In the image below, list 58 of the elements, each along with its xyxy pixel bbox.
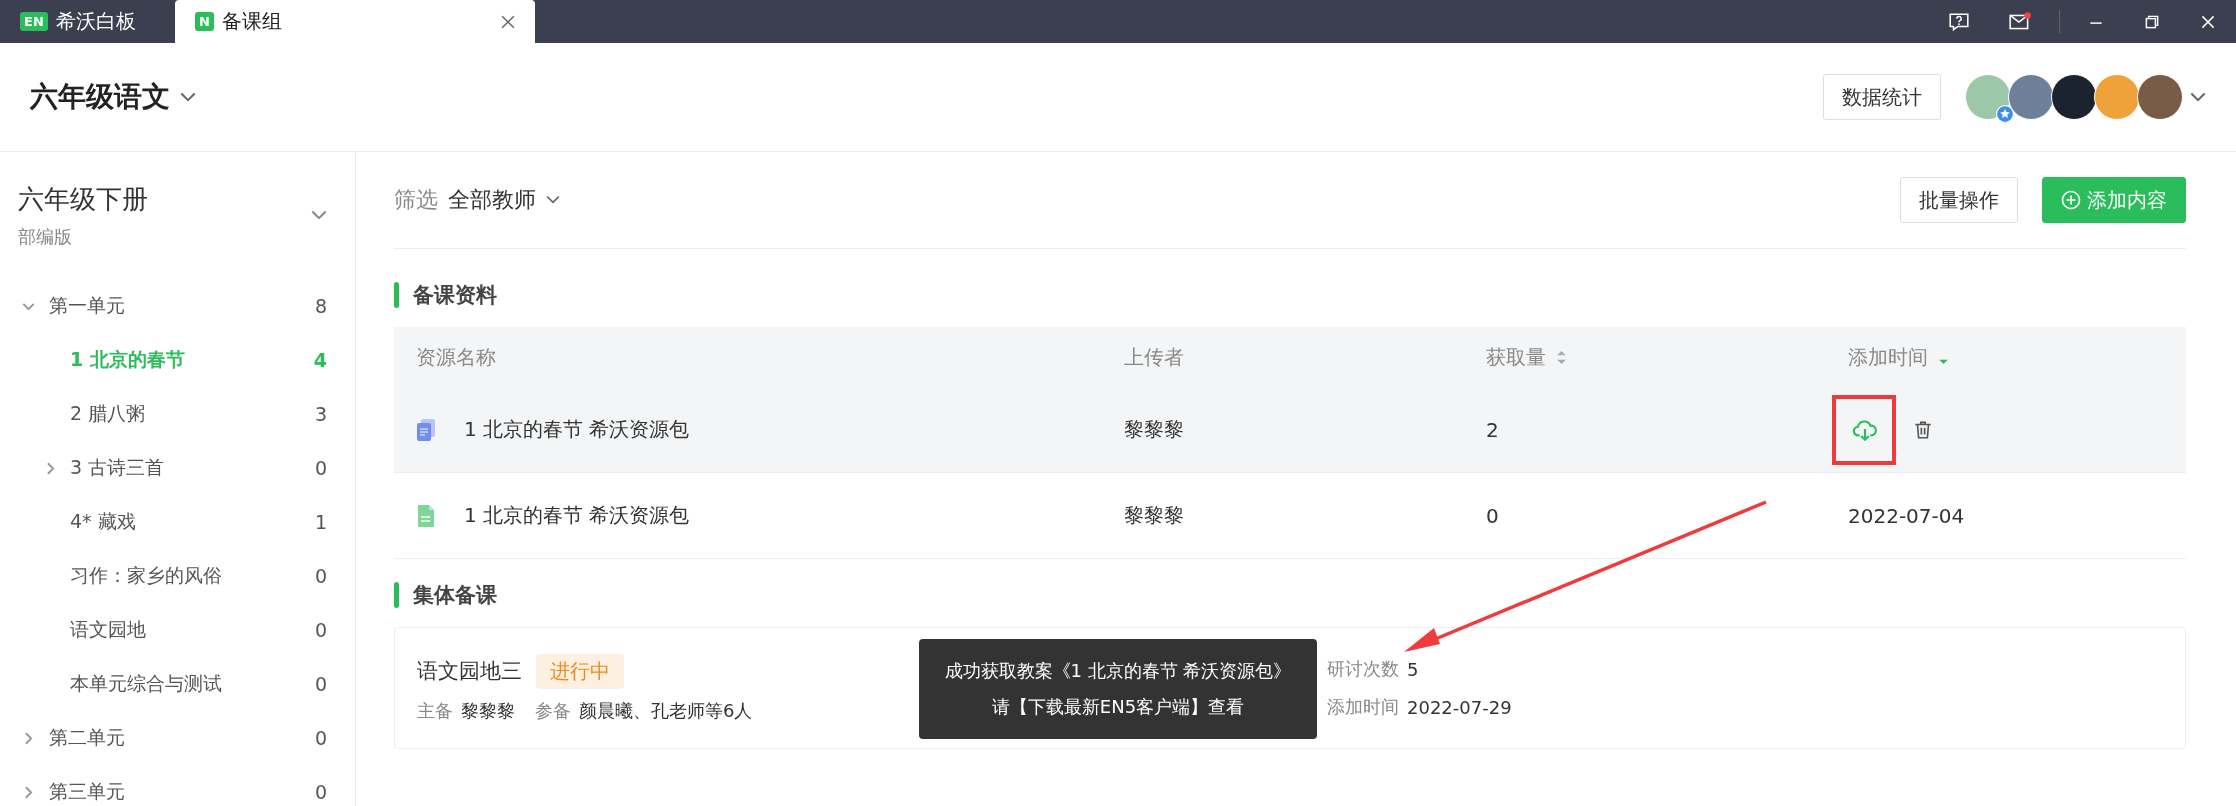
toast-message: 成功获取教案《1 北京的春节 希沃资源包》 请【下载最新EN5客户端】查看 (919, 639, 1317, 739)
lesson-item[interactable]: 语文园地 0 (0, 603, 355, 657)
lesson-item[interactable]: 本单元综合与测试 0 (0, 657, 355, 711)
avatar[interactable] (2051, 74, 2097, 120)
edition-label: 部编版 (18, 225, 73, 249)
unit-item[interactable]: 第二单元 0 (0, 711, 355, 765)
date-label: 添加时间 (1327, 695, 1399, 719)
uploader-name: 黎黎黎 (1124, 416, 1184, 443)
section-marker (394, 582, 399, 608)
app-logo: N (195, 12, 214, 31)
column-header: 资源名称 (416, 343, 496, 371)
column-header: 获取量 (1486, 343, 1546, 371)
download-count: 0 (1486, 503, 1499, 528)
section-marker (394, 282, 399, 308)
resource-row[interactable]: 1 北京的春节 希沃资源包 黎黎黎 0 2022-07-04 (394, 473, 2186, 559)
column-header: 添加时间 (1848, 343, 1928, 371)
resource-name: 1 北京的春节 希沃资源包 (464, 502, 690, 529)
lesson-item[interactable]: 习作：家乡的风俗 0 (0, 549, 355, 603)
member-list: 颜晨曦、孔老师等6人 (579, 698, 753, 723)
unit-item[interactable]: 第一单元 8 (0, 279, 355, 333)
lesson-item[interactable]: 2 腊八粥 3 (0, 387, 355, 441)
app-logo: EN (20, 12, 48, 31)
window-tab[interactable]: N 备课组 (175, 0, 535, 43)
section-title: 集体备课 (413, 582, 497, 609)
members-label: 参备 (535, 698, 571, 723)
trash-icon[interactable] (1912, 418, 1934, 441)
resource-row[interactable]: 1 北京的春节 希沃资源包 黎黎黎 2 (394, 387, 2186, 473)
sessions-count: 5 (1407, 658, 1419, 680)
plus-circle-icon (2061, 190, 2081, 210)
data-stats-button[interactable]: 数据统计 (1823, 74, 1941, 120)
lead-teacher: 黎黎黎 (461, 698, 515, 723)
column-header: 上传者 (1124, 343, 1184, 371)
lead-label: 主备 (417, 698, 453, 723)
highlight-box (1832, 394, 1896, 465)
filter-label: 筛选 (394, 186, 438, 214)
chevron-down-icon[interactable] (2190, 91, 2206, 103)
uploader-name: 黎黎黎 (1124, 502, 1184, 529)
close-icon[interactable] (501, 14, 515, 29)
sessions-label: 研讨次数 (1327, 657, 1399, 681)
unit-item[interactable]: 第三单元 0 (0, 765, 355, 806)
added-date: 2022-07-04 (1848, 503, 1965, 528)
resource-name: 1 北京的春节 希沃资源包 (464, 416, 690, 443)
book-title: 六年级下册 (18, 183, 148, 216)
chevron-down-icon[interactable] (311, 210, 327, 221)
batch-operation-button[interactable]: 批量操作 (1900, 177, 2018, 223)
added-date: 2022-07-29 (1407, 696, 1512, 718)
plan-name: 语文园地三 (417, 658, 522, 685)
section-title: 备课资料 (413, 282, 497, 309)
course-title[interactable]: 六年级语文 (30, 78, 170, 116)
chevron-down-icon[interactable] (180, 91, 196, 103)
status-tag: 进行中 (536, 653, 624, 689)
download-count: 2 (1486, 417, 1499, 442)
chevron-down-icon[interactable] (546, 195, 560, 205)
avatar[interactable] (2137, 74, 2183, 120)
lesson-item[interactable]: 4* 藏戏 1 (0, 495, 355, 549)
teacher-filter-dropdown[interactable]: 全部教师 (448, 185, 536, 215)
window-tab[interactable]: EN 希沃白板 (0, 0, 175, 43)
lesson-item[interactable]: 3 古诗三首 0 (0, 441, 355, 495)
